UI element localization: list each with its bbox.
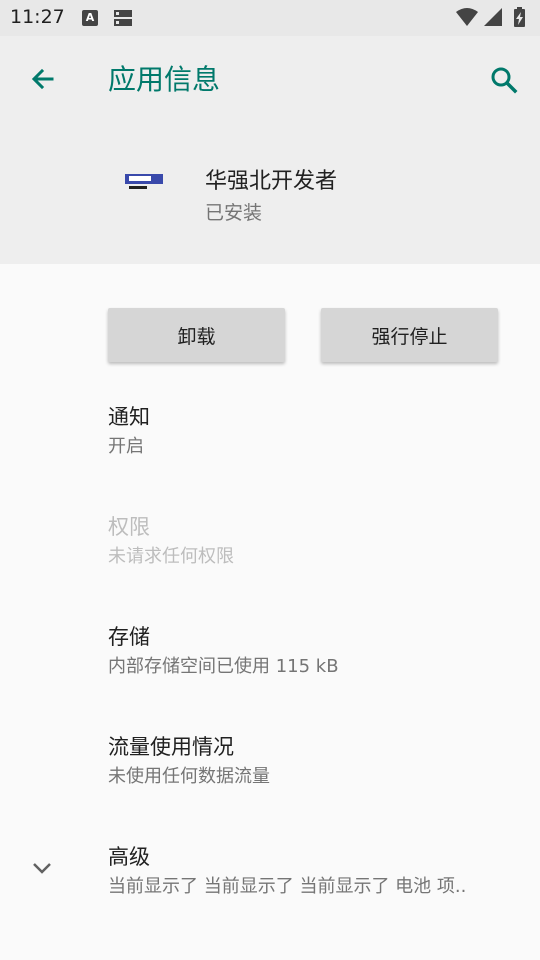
settings-item-title: 高级: [108, 845, 150, 869]
settings-item-advanced[interactable]: 高级 当前显示了 当前显示了 当前显示了 电池 项..: [108, 842, 528, 902]
app-icon: [125, 174, 163, 189]
app-install-status: 已安装: [205, 202, 263, 224]
settings-item-title: 存储: [108, 625, 150, 649]
settings-item-notifications[interactable]: 通知 开启: [108, 402, 528, 462]
page-title: 应用信息: [108, 63, 221, 96]
sd-card-icon: [114, 10, 132, 26]
settings-item-title: 权限: [108, 515, 150, 539]
status-time: 11:27: [10, 6, 65, 28]
settings-item-subtitle: 未请求任何权限: [108, 546, 234, 567]
system-tray: [456, 7, 525, 27]
settings-item-data-usage[interactable]: 流量使用情况 未使用任何数据流量: [108, 732, 528, 792]
settings-item-subtitle: 开启: [108, 436, 144, 457]
wifi-icon: [456, 8, 478, 26]
status-bar: 11:27 A: [0, 0, 540, 36]
settings-item-subtitle: 内部存储空间已使用 115 kB: [108, 656, 339, 677]
settings-item-subtitle: 未使用任何数据流量: [108, 766, 270, 787]
force-stop-button[interactable]: 强行停止: [321, 308, 498, 362]
app-name: 华强北开发者: [205, 169, 338, 194]
settings-item-permissions: 权限 未请求任何权限: [108, 512, 528, 572]
font-a-icon: A: [82, 10, 98, 26]
app-header: 应用信息 华强北开发者 已安装: [0, 36, 540, 264]
settings-item-storage[interactable]: 存储 内部存储空间已使用 115 kB: [108, 622, 528, 682]
settings-content: 卸载 强行停止 通知 开启 权限 未请求任何权限 存储 内部存储空间已使用 11…: [0, 264, 540, 960]
arrow-back-icon[interactable]: [22, 60, 62, 100]
settings-item-subtitle: 当前显示了 当前显示了 当前显示了 电池 项..: [108, 876, 467, 897]
settings-item-title: 通知: [108, 405, 150, 429]
cell-signal-icon: [484, 8, 502, 26]
battery-charging-icon: [514, 7, 525, 27]
uninstall-button[interactable]: 卸载: [108, 308, 285, 362]
chevron-down-icon[interactable]: [28, 854, 56, 882]
search-icon[interactable]: [484, 60, 524, 100]
settings-item-title: 流量使用情况: [108, 735, 234, 759]
